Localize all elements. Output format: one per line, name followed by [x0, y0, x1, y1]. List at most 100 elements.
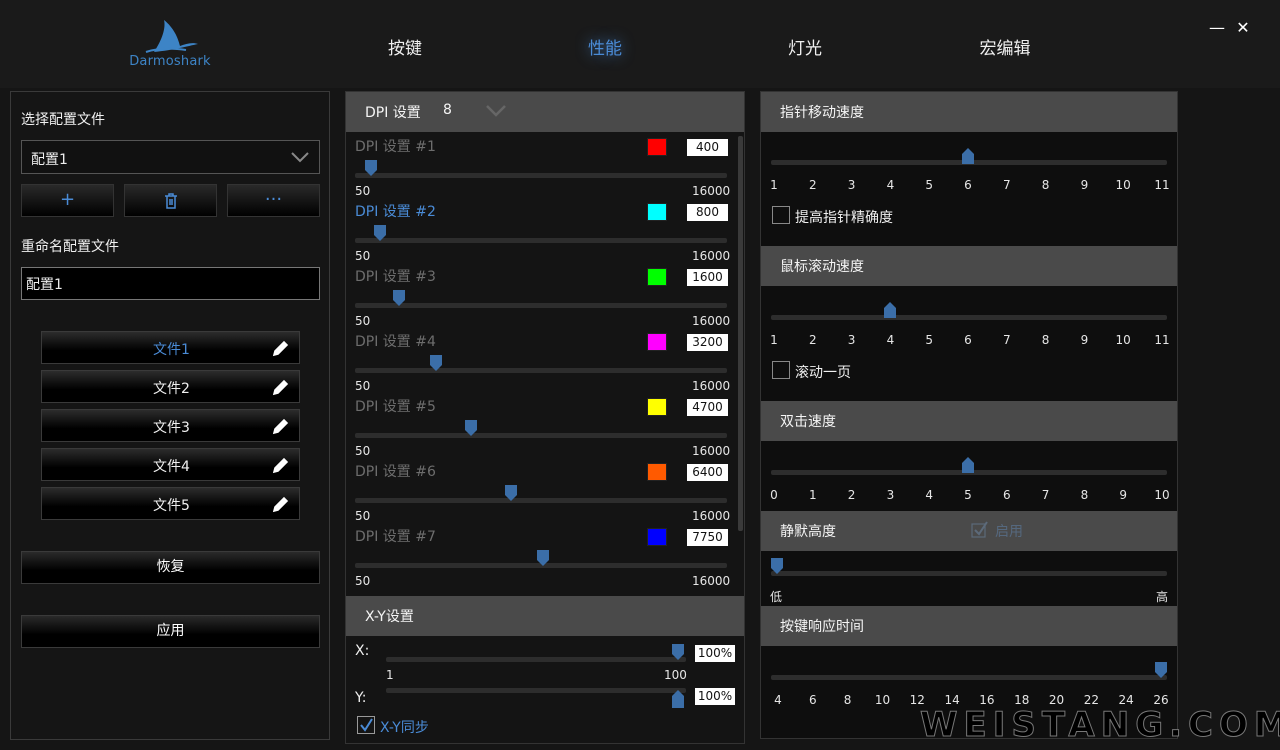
file-button-2[interactable]: 文件2 — [41, 370, 300, 403]
response-time-track[interactable] — [771, 675, 1167, 680]
dpi-color-swatch[interactable] — [647, 463, 667, 481]
tab-keys[interactable]: 按键 — [355, 34, 455, 59]
edit-pencil-icon[interactable] — [271, 338, 291, 358]
tick-label: 9 — [1119, 488, 1127, 502]
dpi-slider-track[interactable] — [355, 498, 727, 503]
scroll-one-page-checkbox[interactable] — [772, 361, 790, 379]
profile-panel: 选择配置文件 配置1 + ··· 重命名配置文件 文件1 文件2 文件3 文件4… — [10, 91, 330, 740]
file-button-1[interactable]: 文件1 — [41, 331, 300, 364]
edit-pencil-icon[interactable] — [271, 416, 291, 436]
file-button-3[interactable]: 文件3 — [41, 409, 300, 442]
response-time-thumb[interactable] — [1155, 662, 1167, 678]
tick-label: 10 — [1115, 333, 1131, 347]
dpi-min-label: 50 — [355, 379, 371, 393]
dpi-panel: DPI 设置 8 DPI 设置 #1 400 50 16000 DPI 设置 #2 800… — [345, 91, 745, 744]
dpi-slider-thumb[interactable] — [374, 225, 387, 241]
delete-profile-button[interactable] — [124, 184, 217, 217]
more-options-button[interactable]: ··· — [227, 184, 320, 217]
tick-label: 7 — [1002, 333, 1011, 347]
dpi-slider-track[interactable] — [355, 368, 727, 373]
dpi-slider-track[interactable] — [355, 303, 727, 308]
dpi-slider-track[interactable] — [355, 433, 727, 438]
dpi-slider-thumb[interactable] — [365, 160, 378, 176]
file-button-4[interactable]: 文件4 — [41, 448, 300, 481]
x-slider-track[interactable] — [386, 657, 686, 662]
add-profile-button[interactable]: + — [21, 184, 114, 217]
tab-lighting[interactable]: 灯光 — [755, 34, 855, 59]
enhance-precision-checkbox[interactable] — [772, 206, 790, 224]
tab-macro-editor[interactable]: 宏编辑 — [955, 34, 1055, 59]
minimize-button[interactable]: — — [1207, 18, 1227, 38]
trash-icon — [164, 193, 177, 209]
dpi-slider-thumb[interactable] — [505, 485, 518, 501]
y-slider-track[interactable] — [386, 688, 686, 693]
profile-dropdown[interactable]: 配置1 — [21, 140, 320, 174]
dpi-color-swatch[interactable] — [647, 528, 667, 546]
edit-pencil-icon[interactable] — [271, 455, 291, 475]
dpi-row-title: DPI 设置 #1 — [355, 139, 436, 155]
tick-label: 2 — [847, 488, 856, 502]
lift-off-height-track[interactable] — [771, 571, 1167, 576]
file-name: 文件2 — [153, 381, 190, 397]
enable-checkbox-icon[interactable] — [971, 521, 989, 539]
scroll-one-page-label: 滚动一页 — [795, 365, 851, 381]
dpi-slider-thumb[interactable] — [536, 550, 549, 566]
tick-label: 7 — [1002, 178, 1011, 192]
dpi-value-field[interactable]: 6400 — [687, 464, 728, 481]
dpi-count-chevron-down-icon[interactable] — [486, 104, 506, 118]
scroll-speed-track[interactable] — [771, 315, 1167, 320]
tick-label: 3 — [886, 488, 895, 502]
tick-label: 1 — [770, 333, 778, 347]
tick-label: 6 — [964, 178, 972, 192]
dpi-value-field[interactable]: 1600 — [687, 269, 728, 286]
dpi-slider-thumb[interactable] — [393, 290, 406, 306]
dpi-value-field[interactable]: 7750 — [687, 529, 728, 546]
tick-label: 10 — [874, 693, 891, 707]
dpi-slider-thumb[interactable] — [430, 355, 443, 371]
double-click-thumb[interactable] — [962, 457, 974, 473]
scroll-speed-title: 鼠标滚动速度 — [780, 259, 864, 275]
watermark-text: WEISTANG.COM — [920, 705, 1280, 746]
edit-pencil-icon[interactable] — [271, 494, 291, 514]
file-name: 文件1 — [153, 342, 190, 358]
file-button-5[interactable]: 文件5 — [41, 487, 300, 520]
dpi-slider-track[interactable] — [355, 238, 727, 243]
file-name: 文件3 — [153, 420, 190, 436]
lift-off-height-title: 静默高度 — [780, 524, 836, 540]
dpi-min-label: 50 — [355, 314, 371, 328]
y-slider-thumb[interactable] — [672, 690, 684, 708]
pointer-speed-thumb[interactable] — [962, 148, 974, 164]
dpi-color-swatch[interactable] — [647, 138, 667, 156]
dpi-value-field[interactable]: 400 — [687, 139, 728, 156]
dpi-value-field[interactable]: 3200 — [687, 334, 728, 351]
restore-button[interactable]: 恢复 — [21, 551, 320, 584]
edit-pencil-icon[interactable] — [271, 377, 291, 397]
x-slider-thumb[interactable] — [672, 644, 684, 660]
darmoshark-logo: Darmoshark — [128, 18, 212, 72]
file-name: 文件4 — [153, 459, 190, 475]
tab-performance[interactable]: 性能 — [555, 34, 655, 59]
dpi-scrollbar[interactable] — [738, 136, 743, 531]
lift-off-height-thumb[interactable] — [771, 558, 783, 574]
rename-profile-input[interactable] — [21, 267, 320, 300]
dpi-value-field[interactable]: 800 — [687, 204, 728, 221]
dpi-color-swatch[interactable] — [647, 268, 667, 286]
xy-sync-checkbox[interactable] — [357, 716, 375, 734]
dpi-row-title: DPI 设置 #7 — [355, 529, 436, 545]
dpi-value-field[interactable]: 4700 — [687, 399, 728, 416]
dpi-color-swatch[interactable] — [647, 398, 667, 416]
apply-button[interactable]: 应用 — [21, 615, 320, 648]
tick-label: 9 — [1080, 178, 1089, 192]
dpi-slider-thumb[interactable] — [465, 420, 478, 436]
dpi-color-swatch[interactable] — [647, 333, 667, 351]
y-value-field[interactable]: 100% — [695, 688, 735, 705]
close-button[interactable]: ✕ — [1233, 18, 1253, 38]
tick-label: 3 — [847, 178, 856, 192]
dpi-max-label: 16000 — [692, 379, 731, 393]
scroll-speed-thumb[interactable] — [884, 302, 897, 318]
dpi-color-swatch[interactable] — [647, 203, 667, 221]
x-value-field[interactable]: 100% — [695, 645, 735, 662]
dpi-min-label: 50 — [355, 184, 371, 198]
dpi-slider-track[interactable] — [355, 173, 727, 178]
xy-settings-title: X-Y设置 — [365, 609, 414, 625]
